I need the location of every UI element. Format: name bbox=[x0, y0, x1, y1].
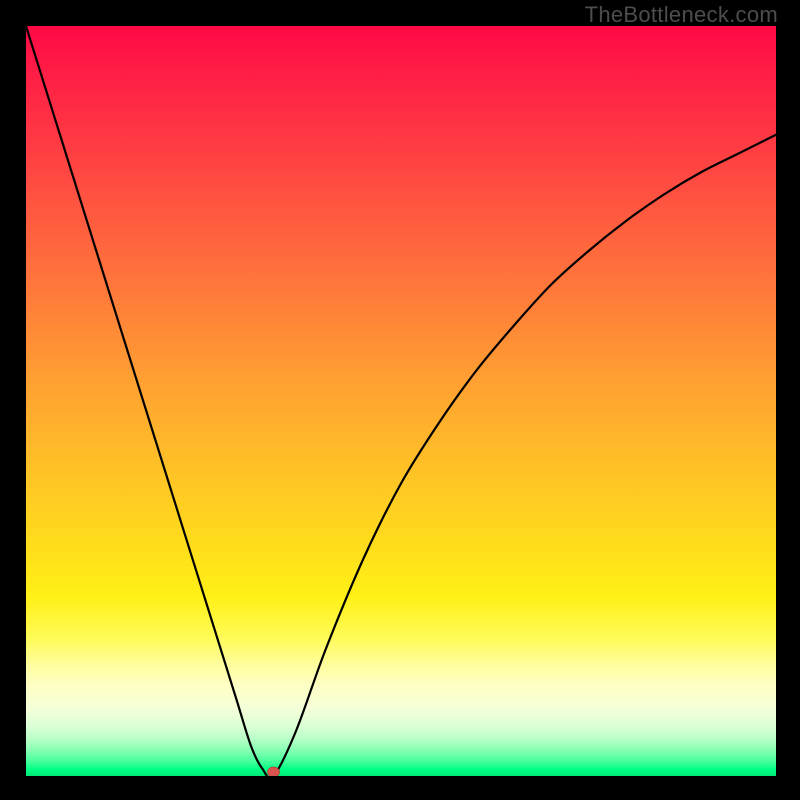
chart-frame: TheBottleneck.com bbox=[0, 0, 800, 800]
watermark-text: TheBottleneck.com bbox=[585, 2, 778, 28]
plot-area bbox=[26, 26, 776, 776]
curve-svg bbox=[26, 26, 776, 776]
optimal-point-marker bbox=[268, 767, 280, 776]
bottleneck-curve bbox=[26, 26, 776, 776]
